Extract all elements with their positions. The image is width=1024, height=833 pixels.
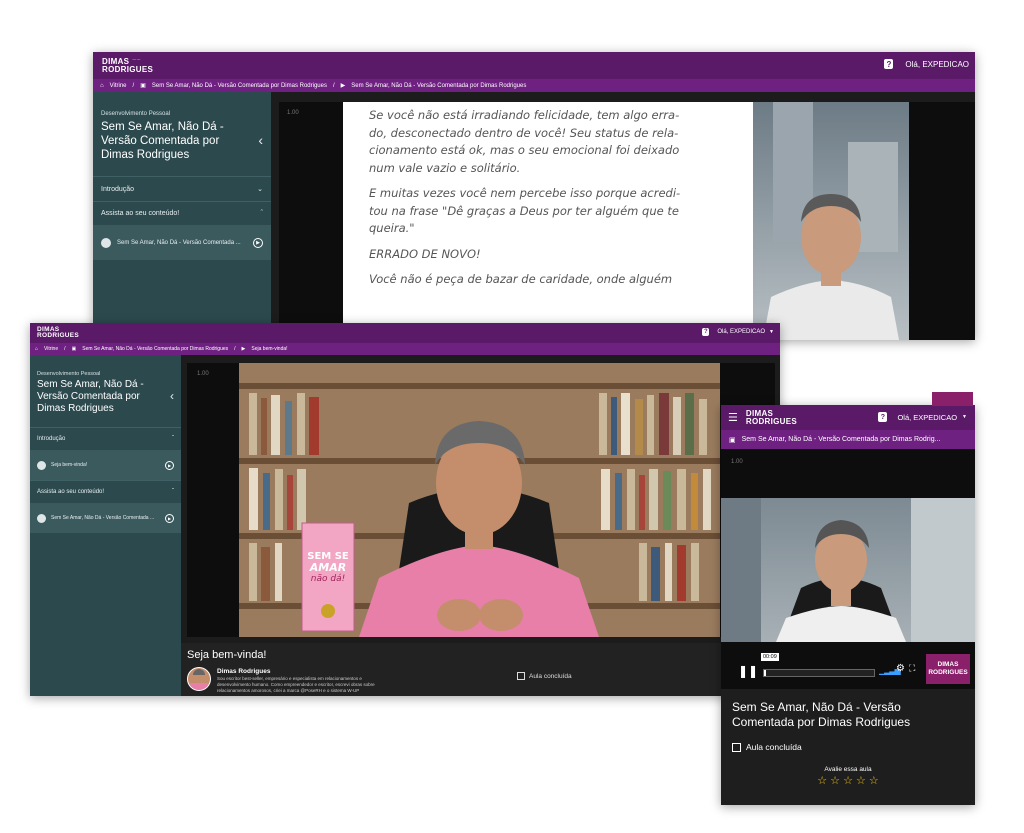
- book-text: Se você não está irradiando felicidade, …: [369, 108, 681, 286]
- video-player[interactable]: 1.00 ❚❚ 00:09 ▁▂▃▅ ⚙ ⛶ DIMAS RODRIGUES: [721, 449, 975, 689]
- video-controls: ❚❚ 00:09 ▁▂▃▅ ⚙ ⛶ DIMAS RODRIGUES: [721, 652, 975, 689]
- author-name: Dimas Rodrigues: [217, 668, 271, 675]
- completed-checkbox[interactable]: Aula concluída: [517, 672, 572, 680]
- video-scene: [239, 363, 720, 637]
- breadcrumb-item[interactable]: Sem Se Amar, Não Dá - Versão Comentada p…: [82, 346, 228, 352]
- presenter-figure: [763, 102, 899, 340]
- course-title: Sem Se Amar, Não Dá - Versão Comentada p…: [101, 121, 224, 161]
- section-assista[interactable]: Assista ao seu conteúdo! ˆ: [30, 480, 181, 503]
- section-introducao[interactable]: Introdução ⌄: [93, 176, 271, 201]
- mobile-window: ☰ DIMAS RODRIGUES ? Olá, EXPEDICAO ▼ ▣ S…: [721, 405, 975, 805]
- top-bar: DIMAS RODRIGUES ~~ ? Olá, EXPEDICAO: [93, 52, 975, 79]
- user-menu[interactable]: ? Olá, EXPEDICAO ▼: [878, 412, 967, 422]
- breadcrumb-item[interactable]: Seja bem-vinda!: [251, 346, 287, 352]
- menu-icon[interactable]: ☰: [728, 411, 738, 424]
- sidebar: Desenvolvimento Pessoal Sem Se Amar, Não…: [93, 92, 271, 340]
- home-icon[interactable]: ⌂: [35, 346, 38, 352]
- star-rating[interactable]: ☆ ☆ ☆ ☆ ☆: [721, 774, 975, 787]
- back-watermark-logo: [932, 392, 973, 406]
- speed-indicator[interactable]: 1.00: [287, 110, 299, 116]
- lesson-item[interactable]: Seja bem-vinda! ▶: [30, 450, 181, 480]
- breadcrumb: ⌂ Vitrine / ▣ Sem Se Amar, Não Dá - Vers…: [93, 79, 975, 92]
- watermark-logo: DIMAS RODRIGUES: [926, 654, 970, 684]
- speed-indicator[interactable]: 1.00: [197, 371, 209, 377]
- logo[interactable]: DIMAS RODRIGUES: [37, 326, 79, 340]
- breadcrumb: ⌂ Vitrine / ▣ Sem Se Amar, Não Dá - Vers…: [30, 343, 780, 355]
- section-assista[interactable]: Assista ao seu conteúdo! ˆ: [93, 201, 271, 225]
- middle-window: DIMAS RODRIGUES ? Olá, EXPEDICAO ▼ ⌂ Vit…: [30, 323, 780, 696]
- chevron-up-icon: ˆ: [260, 210, 263, 217]
- chevron-down-icon: ▼: [769, 329, 774, 335]
- presenter-figure: [721, 498, 975, 642]
- breadcrumb-item[interactable]: Sem Se Amar, Não Dá - Versão Comentada p…: [351, 83, 526, 89]
- completed-checkbox[interactable]: Aula concluída: [732, 742, 802, 752]
- settings-icon[interactable]: ⚙: [896, 663, 905, 674]
- book-cover-title: SEM SE AMAR não dá!: [307, 551, 349, 584]
- user-menu[interactable]: ? Olá, EXPEDICAO: [884, 59, 969, 69]
- back-window: DIMAS RODRIGUES ~~ ? Olá, EXPEDICAO ⌂ Vi…: [93, 52, 975, 340]
- lesson-title: Sem Se Amar, Não Dá - Versão Comentada p…: [732, 700, 911, 729]
- play-icon: ▶: [241, 346, 246, 352]
- time-tooltip: 00:09: [761, 653, 779, 661]
- section-introducao[interactable]: Introdução ˆ: [30, 427, 181, 450]
- play-circle-icon[interactable]: ▶: [253, 237, 263, 248]
- play-circle-icon[interactable]: ▶: [165, 460, 174, 470]
- lesson-item[interactable]: Sem Se Amar, Não Dá - Versão Comentada .…: [93, 225, 271, 260]
- avatar: [187, 667, 211, 691]
- breadcrumb-item[interactable]: Vitrine: [44, 346, 58, 352]
- chevron-down-icon: ⌄: [257, 186, 263, 193]
- lesson-status-icon: [101, 237, 111, 248]
- logo[interactable]: DIMAS RODRIGUES ~~: [102, 57, 153, 74]
- course-icon: ▣: [729, 436, 736, 444]
- progress-bar[interactable]: [763, 669, 875, 677]
- breadcrumb-item[interactable]: Sem Se Amar, Não Dá - Versão Comentada p…: [742, 436, 941, 443]
- home-icon[interactable]: ⌂: [100, 83, 104, 89]
- fullscreen-icon[interactable]: ⛶: [909, 663, 915, 674]
- video-player[interactable]: 1.00 SEM SE AMAR não dá!: [187, 363, 775, 637]
- chevron-up-icon: ˆ: [172, 436, 174, 442]
- chevron-down-icon: ▼: [962, 414, 967, 420]
- user-menu[interactable]: ? Olá, EXPEDICAO ▼: [702, 328, 774, 336]
- sidebar: Desenvolvimento Pessoal Sem Se Amar, Não…: [30, 355, 181, 696]
- lesson-status-icon: [37, 460, 46, 470]
- lesson-item[interactable]: Sem Se Amar, Não Dá - Versão Comentada .…: [30, 503, 181, 533]
- breadcrumb-item[interactable]: Sem Se Amar, Não Dá - Versão Comentada p…: [152, 83, 327, 89]
- checkbox-icon[interactable]: [517, 672, 525, 680]
- collapse-sidebar-icon[interactable]: ‹: [170, 389, 174, 403]
- lesson-title: Seja bem-vinda!: [187, 649, 267, 661]
- book-page: Se você não está irradiando felicidade, …: [343, 102, 753, 340]
- video-frame: [721, 498, 975, 642]
- play-icon: ▶: [340, 83, 346, 89]
- play-circle-icon[interactable]: ▶: [165, 513, 174, 523]
- author-bio: Sou escritor best-seller, empresário e e…: [217, 676, 375, 693]
- video-player[interactable]: 1.00 Se você não está irradiando felicid…: [279, 102, 975, 340]
- help-icon[interactable]: ?: [878, 412, 888, 422]
- breadcrumb-item[interactable]: Vitrine: [110, 83, 127, 89]
- top-bar: DIMAS RODRIGUES ? Olá, EXPEDICAO ▼: [30, 323, 780, 343]
- course-icon: ▣: [71, 346, 77, 352]
- course-title: Sem Se Amar, Não Dá - Versão Comentada p…: [37, 379, 144, 414]
- collapse-sidebar-icon[interactable]: ‹: [258, 132, 263, 148]
- lesson-info: Seja bem-vinda! Dimas Rodrigues Sou escr…: [181, 643, 780, 696]
- progress-fill: [764, 670, 767, 676]
- presenter-video: [753, 102, 909, 340]
- course-icon: ▣: [140, 83, 146, 89]
- help-icon[interactable]: ?: [884, 59, 894, 69]
- breadcrumb: ▣ Sem Se Amar, Não Dá - Versão Comentada…: [721, 430, 975, 449]
- rate-label: Avalie essa aula: [824, 766, 872, 773]
- lesson-status-icon: [37, 513, 46, 523]
- top-bar: ☰ DIMAS RODRIGUES ? Olá, EXPEDICAO ▼: [721, 405, 975, 430]
- video-frame: SEM SE AMAR não dá!: [239, 363, 720, 637]
- logo[interactable]: DIMAS RODRIGUES: [746, 409, 797, 426]
- pause-icon[interactable]: ❚❚: [738, 664, 758, 678]
- help-icon[interactable]: ?: [702, 328, 710, 336]
- chevron-up-icon: ˆ: [172, 489, 174, 495]
- checkbox-icon[interactable]: [732, 742, 741, 752]
- speed-indicator[interactable]: 1.00: [731, 459, 743, 465]
